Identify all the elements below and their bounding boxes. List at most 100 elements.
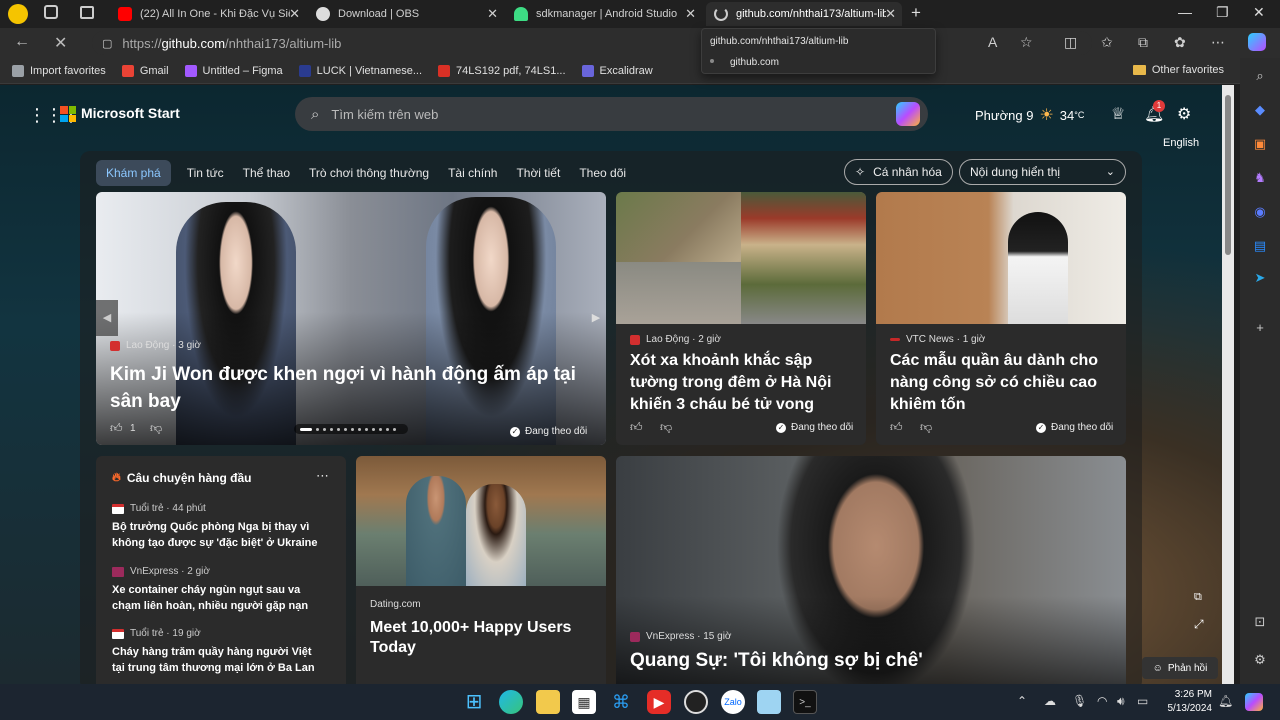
url-suggestion-dropdown[interactable]: github.com/nhthai173/altium-lib github.c… bbox=[701, 28, 936, 74]
dislike-icon[interactable]: 👎︎ bbox=[660, 420, 672, 435]
restore-icon[interactable]: ❐ bbox=[1216, 4, 1229, 21]
extensions-icon[interactable]: ✿ bbox=[1174, 34, 1186, 51]
favorites-icon[interactable]: ✩ bbox=[1101, 34, 1113, 51]
battery-icon[interactable]: ▭ bbox=[1137, 694, 1148, 708]
tab-actions-icon[interactable] bbox=[80, 6, 94, 19]
dislike-icon[interactable]: 👎︎ bbox=[920, 420, 932, 435]
nav-discover[interactable]: Khám phá bbox=[96, 160, 171, 186]
outlook-icon[interactable]: ▤ bbox=[1250, 238, 1270, 258]
vscode-icon[interactable]: ⌘ bbox=[609, 690, 633, 714]
nav-news[interactable]: Tin tức bbox=[187, 166, 224, 180]
carousel-indicator[interactable] bbox=[294, 424, 408, 434]
tag-icon[interactable]: ◆ bbox=[1250, 102, 1270, 122]
sidebar-settings-icon[interactable]: ⚙ bbox=[1250, 652, 1270, 672]
games-icon[interactable]: ♞ bbox=[1250, 170, 1270, 190]
hero-card[interactable]: ◀ ▶ Lao Động · 3 giờ Kim Ji Won được khe… bbox=[96, 192, 606, 445]
bookmark-import-favorites[interactable]: Import favorites bbox=[12, 64, 106, 77]
story-item[interactable]: Tuổi trẻ · 44 phút Bộ trưởng Quốc phòng … bbox=[112, 503, 327, 551]
fullscreen-preview-icon[interactable]: ⧉ bbox=[1194, 591, 1202, 604]
obs-app-icon[interactable] bbox=[684, 690, 708, 714]
bookmark-excalidraw[interactable]: Excalidraw bbox=[581, 64, 653, 77]
nav-following[interactable]: Theo dõi bbox=[579, 166, 626, 180]
web-search-box[interactable]: ⌕ Tìm kiếm trên web bbox=[295, 97, 928, 131]
carousel-next-icon[interactable]: ▶ bbox=[586, 300, 606, 336]
suggestion-host[interactable]: github.com bbox=[730, 57, 779, 68]
tray-chevron-icon[interactable]: ⌃ bbox=[1017, 694, 1027, 708]
suggestion-url[interactable]: github.com/nhthai173/altium-lib bbox=[710, 36, 848, 47]
card3-headline[interactable]: Các mẫu quần âu dành cho nàng công sở có… bbox=[890, 350, 1115, 416]
microphone-icon[interactable]: 🎙︎ bbox=[1072, 694, 1087, 708]
carousel-prev-icon[interactable]: ◀ bbox=[96, 300, 118, 336]
minimize-icon[interactable]: — bbox=[1178, 4, 1192, 20]
bookmark-figma[interactable]: Untitled – Figma bbox=[184, 64, 283, 77]
search-icon[interactable]: ⌕ bbox=[1250, 68, 1270, 88]
edge-icon[interactable] bbox=[499, 690, 523, 714]
like-icon[interactable]: 👍︎ bbox=[890, 420, 903, 435]
tab-youtube[interactable]: (22) All In One - Khi Đặc Vụ Siêu ✕ bbox=[110, 2, 306, 26]
file-explorer-icon[interactable] bbox=[536, 690, 560, 714]
tab-sdkmanager[interactable]: sdkmanager | Android Studio ✕ bbox=[506, 2, 702, 26]
content-visible-dropdown[interactable]: Nội dung hiển thị ⌄ bbox=[959, 159, 1126, 185]
like-icon[interactable]: 👍︎ bbox=[110, 421, 123, 436]
story-item[interactable]: VnExpress · 2 giờ Xe container cháy ngùn… bbox=[112, 566, 327, 614]
more-menu-icon[interactable]: ⋯ bbox=[1211, 34, 1225, 51]
nav-sports[interactable]: Thể thao bbox=[243, 166, 290, 180]
card2-headline[interactable]: Xót xa khoảnh khắc sập tường trong đêm ở… bbox=[630, 350, 855, 416]
bookmark-gmail[interactable]: Gmail bbox=[121, 64, 169, 77]
read-aloud-icon[interactable]: A bbox=[988, 34, 997, 50]
favorite-star-icon[interactable]: ☆ bbox=[1020, 34, 1033, 51]
settings-gear-icon[interactable]: ⚙ bbox=[1177, 104, 1191, 124]
wifi-icon[interactable]: ◠ bbox=[1097, 694, 1107, 708]
terminal-icon[interactable]: >_ bbox=[793, 690, 817, 714]
close-tab-icon[interactable]: ✕ bbox=[685, 6, 696, 22]
scrollbar-thumb[interactable] bbox=[1225, 95, 1231, 255]
zalo-icon[interactable]: Zalo bbox=[721, 690, 745, 714]
taskbar-clock[interactable]: 3:26 PM 5/13/2024 bbox=[1160, 688, 1213, 716]
close-tab-icon[interactable]: ✕ bbox=[885, 6, 896, 22]
tools-icon[interactable]: ▣ bbox=[1250, 136, 1270, 156]
dislike-icon[interactable]: 👎︎ bbox=[150, 421, 162, 436]
split-screen-icon[interactable]: ◫ bbox=[1064, 34, 1077, 51]
screenshot-icon[interactable]: ⊡ bbox=[1250, 614, 1270, 634]
other-favorites[interactable]: Other favorites bbox=[1132, 64, 1224, 76]
tab-github[interactable]: github.com/nhthai173/altium-lib ✕ bbox=[706, 2, 902, 26]
video-headline[interactable]: Quang Sự: 'Tôi không sợ bị chê' bbox=[630, 648, 1110, 674]
windows-start-icon[interactable]: ⊞ bbox=[462, 690, 486, 714]
ad-card[interactable]: Dating.com Meet 10,000+ Happy Users Toda… bbox=[356, 456, 606, 684]
volume-icon[interactable]: 🔊︎ bbox=[1117, 694, 1125, 709]
nav-casual-games[interactable]: Trò chơi thông thường bbox=[309, 166, 429, 180]
news-card-office-pants[interactable]: VTC News · 1 giờ Các mẫu quần âu dành ch… bbox=[876, 192, 1126, 445]
notification-center-icon[interactable]: 🔔︎ bbox=[1218, 694, 1233, 708]
workspaces-icon[interactable] bbox=[44, 5, 58, 19]
address-bar[interactable]: ▢ https://github.com/nhthai173/altium-li… bbox=[92, 31, 1092, 55]
feedback-button[interactable]: ☺ Phản hồi bbox=[1142, 657, 1218, 679]
copilot-icon[interactable] bbox=[1248, 33, 1266, 51]
notepad-icon[interactable] bbox=[757, 690, 781, 714]
bookmark-74ls192[interactable]: 74LS192 pdf, 74LS1... bbox=[438, 64, 566, 77]
new-tab-icon[interactable]: + bbox=[911, 3, 921, 23]
onedrive-icon[interactable]: ☁ bbox=[1044, 694, 1056, 708]
hero-following-badge[interactable]: ✓ Đang theo dõi bbox=[510, 426, 587, 437]
video-card[interactable]: VnExpress · 15 giờ Quang Sự: 'Tôi không … bbox=[616, 456, 1126, 684]
news-card-wall-collapse[interactable]: Lao Động · 2 giờ Xót xa khoảnh khắc sập … bbox=[616, 192, 866, 445]
copilot-taskbar-icon[interactable] bbox=[1245, 693, 1263, 711]
rewards-icon[interactable]: ♕ bbox=[1111, 104, 1125, 124]
ad-headline[interactable]: Meet 10,000+ Happy Users Today bbox=[370, 618, 595, 658]
brand-name[interactable]: Microsoft Start bbox=[81, 105, 180, 121]
copilot-search-icon[interactable] bbox=[896, 102, 920, 126]
tab-obs[interactable]: Download | OBS ✕ bbox=[308, 2, 504, 26]
bookmark-luck[interactable]: LUCK | Vietnamese... bbox=[298, 64, 422, 77]
weather-widget[interactable]: Phường 9 ☀ 34 °C bbox=[975, 105, 1084, 125]
hero-headline[interactable]: Kim Ji Won được khen ngợi vì hành động ấ… bbox=[110, 361, 600, 415]
page-scrollbar[interactable] bbox=[1222, 85, 1234, 684]
copilot-sidebar-icon[interactable]: ◉ bbox=[1250, 204, 1270, 224]
back-icon[interactable]: ← bbox=[14, 33, 30, 51]
youtube-app-icon[interactable]: ▶ bbox=[647, 690, 671, 714]
expand-icon[interactable]: ⤢ bbox=[1194, 617, 1204, 632]
more-options-icon[interactable]: ⋯ bbox=[316, 468, 329, 484]
profile-avatar[interactable] bbox=[8, 4, 28, 24]
microsoft-store-icon[interactable]: ▦ bbox=[572, 690, 596, 714]
telegram-icon[interactable]: ➤ bbox=[1250, 270, 1270, 290]
personalize-button[interactable]: ✧ Cá nhân hóa bbox=[844, 159, 953, 185]
close-tab-icon[interactable]: ✕ bbox=[487, 6, 498, 22]
